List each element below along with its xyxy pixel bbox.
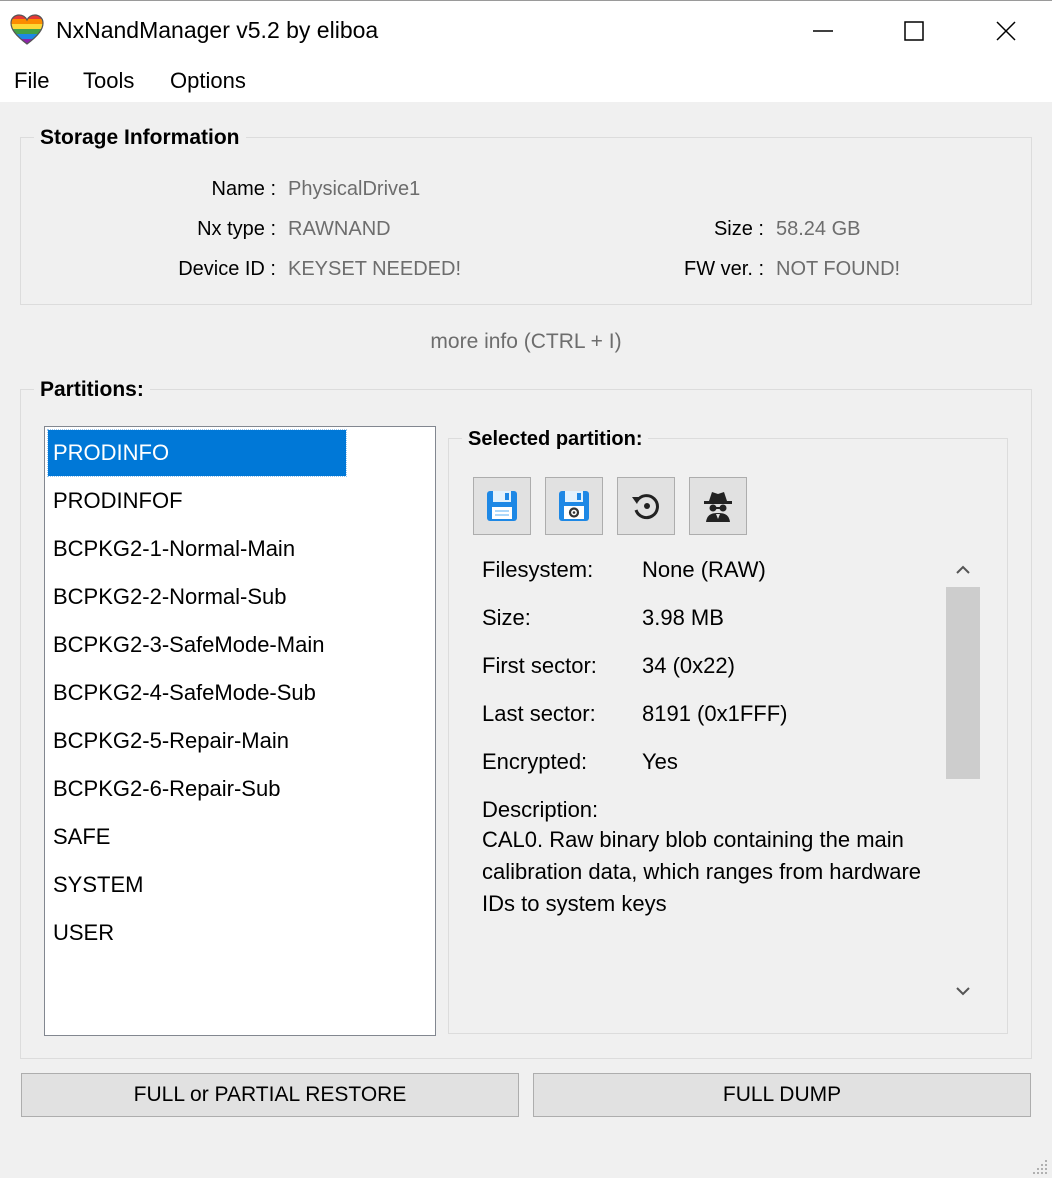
save-icon xyxy=(487,491,517,521)
selected-partition-title: Selected partition: xyxy=(462,428,649,451)
partition-list[interactable]: PRODINFO PRODINFOF BCPKG2-1-Normal-Main … xyxy=(44,426,436,1036)
scroll-up-button[interactable] xyxy=(946,555,980,585)
partition-item-user[interactable]: USER xyxy=(53,910,114,956)
title-bar: NxNandManager v5.2 by eliboa xyxy=(0,0,1052,60)
incognito-button[interactable] xyxy=(689,477,747,535)
device-id-label: Device ID : xyxy=(178,258,276,280)
partition-item-bcpkg2-3[interactable]: BCPKG2-3-SafeMode-Main xyxy=(53,622,324,668)
partition-item-bcpkg2-1[interactable]: BCPKG2-1-Normal-Main xyxy=(53,526,295,572)
restore-icon xyxy=(632,494,659,520)
partition-item-system[interactable]: SYSTEM xyxy=(53,862,143,908)
dump-partition-button[interactable] xyxy=(473,477,531,535)
partition-item-prodinfo[interactable]: PRODINFO xyxy=(47,429,347,477)
partition-item-bcpkg2-5[interactable]: BCPKG2-5-Repair-Main xyxy=(53,718,289,764)
first-sector-label: First sector: xyxy=(482,653,597,678)
partition-details: Filesystem: None (RAW) Size: 3.98 MB Fir… xyxy=(466,552,980,1004)
name-value: PhysicalDrive1 xyxy=(288,178,421,200)
size-value: 58.24 GB xyxy=(776,218,861,240)
filesystem-value: None (RAW) xyxy=(642,557,766,582)
fw-version-value: NOT FOUND! xyxy=(776,258,901,280)
partition-item-bcpkg2-2[interactable]: BCPKG2-2-Normal-Sub xyxy=(53,574,287,620)
close-button[interactable] xyxy=(960,1,1052,61)
partition-item-bcpkg2-6[interactable]: BCPKG2-6-Repair-Sub xyxy=(53,766,280,812)
minimize-icon xyxy=(813,30,833,32)
maximize-button[interactable] xyxy=(868,1,960,61)
name-label: Name : xyxy=(211,178,276,200)
full-dump-button[interactable]: FULL DUMP xyxy=(533,1073,1031,1117)
save-settings-icon xyxy=(559,491,589,521)
description-label: Description: xyxy=(482,797,599,822)
menu-bar: File Tools Options xyxy=(0,60,1052,102)
menu-tools[interactable]: Tools xyxy=(83,68,134,94)
nx-type-value: RAWNAND xyxy=(288,218,391,240)
filesystem-label: Filesystem: xyxy=(482,557,594,582)
size-label: Size : xyxy=(713,218,764,240)
encrypted-label: Encrypted: xyxy=(482,749,588,774)
partition-item-prodinfof[interactable]: PRODINFOF xyxy=(53,478,183,524)
storage-info-title: Storage Information xyxy=(34,126,246,150)
more-info-link[interactable]: more info (CTRL + I) xyxy=(0,330,1052,354)
chevron-down-icon xyxy=(956,987,970,996)
encrypted-value: Yes xyxy=(642,749,678,774)
minimize-button[interactable] xyxy=(777,1,869,61)
partition-size-label: Size: xyxy=(482,605,531,630)
maximize-icon xyxy=(904,21,924,41)
partition-size-value: 3.98 MB xyxy=(642,605,724,630)
last-sector-value: 8191 (0x1FFF) xyxy=(642,701,788,726)
partitions-title: Partitions: xyxy=(34,378,150,402)
fw-version-label: FW ver. : xyxy=(684,258,764,280)
rainbow-heart-icon xyxy=(10,14,44,45)
menu-options[interactable]: Options xyxy=(170,68,246,94)
dump-options-button[interactable] xyxy=(545,477,603,535)
details-scrollbar[interactable] xyxy=(946,552,980,1004)
scroll-thumb[interactable] xyxy=(946,587,980,779)
incognito-icon xyxy=(704,492,732,522)
close-icon xyxy=(996,21,1016,41)
scroll-down-button[interactable] xyxy=(946,976,980,1006)
partition-item-safe[interactable]: SAFE xyxy=(53,814,110,860)
device-id-value: KEYSET NEEDED! xyxy=(288,258,462,280)
chevron-up-icon xyxy=(956,565,970,574)
full-partial-restore-button[interactable]: FULL or PARTIAL RESTORE xyxy=(21,1073,519,1117)
last-sector-label: Last sector: xyxy=(482,701,596,726)
first-sector-value: 34 (0x22) xyxy=(642,653,735,678)
description-text: CAL0. Raw binary blob containing the mai… xyxy=(482,827,922,916)
menu-file[interactable]: File xyxy=(14,68,49,94)
resize-grip-icon[interactable] xyxy=(1030,1158,1050,1176)
partition-item-bcpkg2-4[interactable]: BCPKG2-4-SafeMode-Sub xyxy=(53,670,316,716)
nx-type-label: Nx type : xyxy=(197,218,276,240)
restore-partition-button[interactable] xyxy=(617,477,675,535)
window-title: NxNandManager v5.2 by eliboa xyxy=(56,17,379,43)
